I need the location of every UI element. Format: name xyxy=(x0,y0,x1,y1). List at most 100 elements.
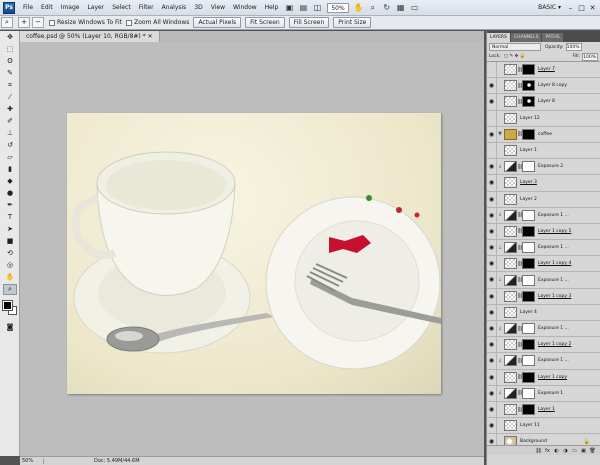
zoom-tool-preset-icon[interactable]: ⌕ xyxy=(1,17,13,28)
print-size-button[interactable]: Print Size xyxy=(333,17,372,28)
menu-3d[interactable]: 3D xyxy=(190,4,206,11)
hand-icon[interactable]: ✋ xyxy=(354,3,364,13)
blur-tool-icon[interactable]: ◆ xyxy=(3,176,17,187)
zoom-level-field[interactable]: 50% xyxy=(327,2,349,13)
layer-name[interactable]: Layer 4 xyxy=(520,310,537,315)
history-brush-tool-icon[interactable]: ↺ xyxy=(3,140,17,151)
visibility-eye-icon[interactable]: ◉ xyxy=(487,256,497,272)
layer-row[interactable]: Layer 1 xyxy=(487,142,600,160)
bridge-icon[interactable]: ▣ xyxy=(284,3,294,13)
foreground-color-swatch[interactable] xyxy=(2,300,13,311)
adjustment-thumbnail[interactable] xyxy=(504,161,517,173)
layer-thumbnail[interactable] xyxy=(504,225,517,237)
layer-link-icon[interactable]: ↓ xyxy=(497,390,503,396)
blend-mode-select[interactable]: Normal xyxy=(489,43,541,51)
layer-thumbnail[interactable] xyxy=(504,80,517,92)
layer-name[interactable]: Layer 1 copy xyxy=(538,375,567,380)
layer-name[interactable]: Layer 12 xyxy=(520,116,540,121)
layer-thumbnail[interactable] xyxy=(504,404,517,416)
quick-mask-icon[interactable]: ◙ xyxy=(3,322,17,333)
layer-mask-thumbnail[interactable] xyxy=(522,161,535,173)
new-group-icon[interactable]: ▭ xyxy=(570,448,579,454)
close-tab-icon[interactable]: ✕ xyxy=(148,33,153,40)
adjustment-thumbnail[interactable] xyxy=(504,323,517,335)
eyedropper-tool-icon[interactable]: ⁄ xyxy=(3,92,17,103)
type-tool-icon[interactable]: T xyxy=(3,212,17,223)
visibility-eye-icon[interactable]: ◉ xyxy=(487,126,497,142)
group-expand-icon[interactable]: ▼ xyxy=(497,131,503,137)
layer-name[interactable]: Layer 7 xyxy=(538,67,555,72)
adjustment-layer-icon[interactable]: ◑ xyxy=(561,448,570,454)
layer-row[interactable]: ◉ ↓ ⛓ Exposure 2 xyxy=(487,159,600,176)
layer-name[interactable]: Layer 8 xyxy=(538,99,555,104)
visibility-eye-icon[interactable]: ◉ xyxy=(487,288,497,304)
eraser-tool-icon[interactable]: ▱ xyxy=(3,152,17,163)
layer-link-icon[interactable]: ↓ xyxy=(497,358,503,364)
menu-layer[interactable]: Layer xyxy=(83,4,108,11)
layer-name[interactable]: Exposure 1 ... xyxy=(538,213,569,218)
gradient-tool-icon[interactable]: ▮ xyxy=(3,164,17,175)
visibility-eye-icon[interactable]: ◉ xyxy=(487,159,497,175)
menu-window[interactable]: Window xyxy=(229,4,261,11)
menu-image[interactable]: Image xyxy=(57,4,84,11)
menu-view[interactable]: View xyxy=(207,4,229,11)
layer-mask-thumbnail[interactable] xyxy=(522,339,535,351)
layer-thumbnail[interactable] xyxy=(504,64,517,76)
layer-name[interactable]: Layer 1 copy 5 xyxy=(538,229,571,234)
layer-row[interactable]: ◉ Background 🔒 xyxy=(487,434,600,445)
clone-stamp-tool-icon[interactable]: ⊥ xyxy=(3,128,17,139)
minibridge-icon[interactable]: ▤ xyxy=(298,3,308,13)
zoom-out-icon[interactable]: − xyxy=(32,17,44,28)
layer-row[interactable]: ◉ ↓ ⛓ Exposure 1 ... xyxy=(487,240,600,257)
shape-tool-icon[interactable]: ■ xyxy=(3,236,17,247)
menu-file[interactable]: File xyxy=(19,4,37,11)
visibility-eye-icon[interactable]: ◉ xyxy=(487,369,497,385)
layer-row[interactable]: Layer 12 xyxy=(487,110,600,127)
visibility-eye-icon[interactable]: ◉ xyxy=(487,304,497,320)
layer-thumbnail[interactable] xyxy=(504,306,517,318)
opacity-field[interactable]: 100% xyxy=(565,43,582,51)
visibility-eye-icon[interactable]: ◉ xyxy=(487,175,497,191)
adjustment-thumbnail[interactable] xyxy=(504,355,517,367)
layer-mask-thumbnail[interactable] xyxy=(522,323,535,335)
layer-link-icon[interactable]: ↓ xyxy=(497,277,503,283)
layer-row[interactable]: ◉ ↓ ⛓ Exposure 1 ... xyxy=(487,207,600,224)
layer-mask-thumbnail[interactable] xyxy=(522,404,535,416)
layer-mask-thumbnail[interactable] xyxy=(522,242,535,254)
layer-name[interactable]: Exposure 2 xyxy=(538,164,563,169)
layer-name[interactable]: Exposure 1 ... xyxy=(538,245,569,250)
layer-name[interactable]: Exposure 1 ... xyxy=(538,358,569,363)
visibility-eye-icon[interactable]: ◉ xyxy=(487,337,497,353)
lock-icons[interactable]: ▢ ✎ ✥ 🔒 xyxy=(504,54,526,59)
zoom-tool-icon[interactable]: ⌕ xyxy=(3,284,17,295)
grid-icon[interactable]: ▦ xyxy=(396,3,406,13)
layer-name[interactable]: Layer 1 copy 2 xyxy=(538,342,571,347)
menu-edit[interactable]: Edit xyxy=(37,4,57,11)
layer-thumbnail[interactable] xyxy=(504,371,517,383)
layer-row[interactable]: ◉ ⛓ Layer 1 copy 5 xyxy=(487,223,600,241)
menu-filter[interactable]: Filter xyxy=(135,4,158,11)
fill-field[interactable]: 100% xyxy=(582,52,598,61)
visibility-eye-icon[interactable]: ◉ xyxy=(487,385,497,401)
visibility-eye-icon[interactable]: ◉ xyxy=(487,272,497,288)
layer-row[interactable]: ◉ ↓ ⛓ Exposure 1 xyxy=(487,385,600,402)
hand-tool-icon[interactable]: ✋ xyxy=(3,272,17,283)
healing-brush-tool-icon[interactable]: ✚ xyxy=(3,104,17,115)
visibility-eye-icon[interactable]: ◉ xyxy=(487,401,497,418)
layer-mask-thumbnail[interactable] xyxy=(522,371,535,383)
tab-channels[interactable]: CHANNELS xyxy=(510,33,542,42)
layer-mask-thumbnail[interactable] xyxy=(522,80,535,92)
layer-mask-thumbnail[interactable] xyxy=(522,128,535,140)
visibility-eye-icon[interactable] xyxy=(487,142,497,159)
layer-mask-thumbnail[interactable] xyxy=(522,355,535,367)
layer-thumbnail[interactable] xyxy=(504,145,517,157)
visibility-eye-icon[interactable]: ◉ xyxy=(487,434,497,445)
layer-name[interactable]: Layer 1 xyxy=(538,407,555,412)
layer-mask-thumbnail[interactable] xyxy=(522,64,535,76)
actual-pixels-button[interactable]: Actual Pixels xyxy=(193,17,242,28)
layer-name[interactable]: Background xyxy=(520,439,547,444)
link-layers-icon[interactable]: ⛓ xyxy=(534,448,543,454)
layer-row[interactable]: ◉ Layer 11 xyxy=(487,418,600,435)
marquee-tool-icon[interactable]: ⬚ xyxy=(3,44,17,55)
layer-row[interactable]: ⛓ Layer 7 xyxy=(487,62,600,79)
